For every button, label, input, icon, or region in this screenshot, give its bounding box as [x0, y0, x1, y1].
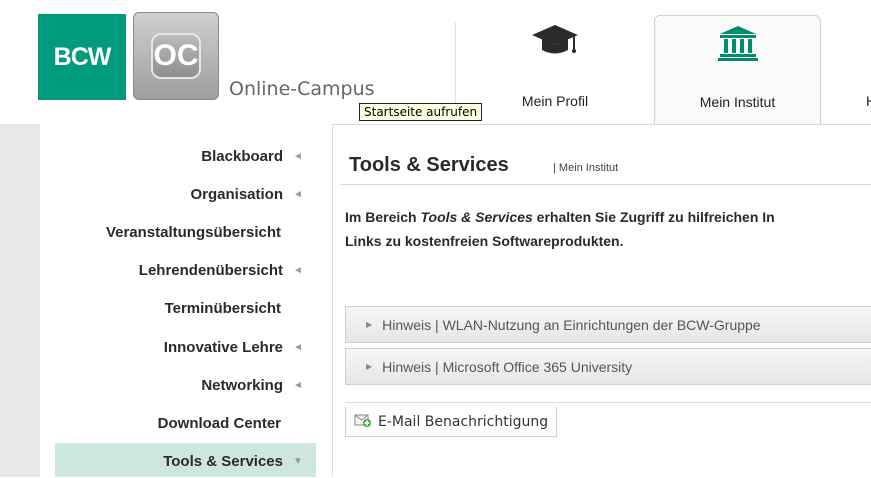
oc-logo-badge: OC: [151, 33, 201, 79]
sidebar-item-label: Terminübersicht: [164, 300, 281, 317]
sidebar-item-label: Lehrendenübersicht: [138, 262, 283, 279]
accordion-office365-hinweis[interactable]: ▶ Hinweis | Microsoft Office 365 Univers…: [345, 348, 871, 385]
bcw-logo[interactable]: BCW: [38, 14, 126, 100]
tab-mein-profil[interactable]: Mein Profil: [458, 15, 652, 123]
intro-rest: erhalten Sie Zugriff zu hilfreichen In: [532, 209, 775, 225]
sidebar-item-label: Innovative Lehre: [163, 339, 283, 356]
email-notification-button[interactable]: E-Mail Benachrichtigung: [345, 407, 558, 437]
intro-line2: Links zu kostenfreien Softwareprodukten.: [345, 233, 624, 249]
chevron-left-icon: ◄: [293, 380, 303, 391]
chevron-left-icon: ◄: [293, 342, 303, 353]
chevron-left-icon: ◄: [293, 151, 303, 162]
graduation-cap-icon: [530, 23, 580, 62]
title-divider: [340, 184, 871, 185]
sidebar-item-download-center[interactable]: Download Center: [158, 415, 281, 432]
sidebar-item-lehrendenuebersicht[interactable]: Lehrendenübersicht ◄: [139, 262, 303, 279]
tab-mein-profil-label: Mein Profil: [521, 93, 589, 109]
sidebar-item-organisation[interactable]: Organisation ◄: [190, 186, 303, 203]
accordion-label: Hinweis | Microsoft Office 365 Universit…: [382, 358, 633, 375]
chevron-left-icon: ◄: [293, 189, 303, 200]
header: BCW OC Online-Campus Mein Profil Mein In…: [0, 0, 871, 124]
intro-prefix: Im Bereich: [345, 209, 421, 225]
sidebar-item-tools-services[interactable]: Tools & Services ▼: [163, 453, 303, 470]
email-add-icon: [354, 412, 372, 432]
page-title: Tools & Services: [349, 154, 509, 176]
email-button-label: E-Mail Benachrichtigung: [378, 413, 549, 430]
sidebar-item-innovative-lehre[interactable]: Innovative Lehre ◄: [164, 339, 303, 356]
tab-h-label: H: [866, 93, 871, 109]
intro-emphasis: Tools & Services: [420, 209, 533, 225]
intro-text: Im Bereich Tools & Services erhalten Sie…: [345, 205, 871, 253]
accordion-wlan-hinweis[interactable]: ▶ Hinweis | WLAN-Nutzung an Einrichtunge…: [345, 306, 871, 343]
tab-mein-institut[interactable]: Mein Institut: [654, 15, 821, 124]
chevron-left-icon: ◄: [293, 265, 303, 276]
sidebar-item-label: Download Center: [157, 415, 281, 432]
accordion-label: Hinweis | WLAN-Nutzung an Einrichtungen …: [382, 316, 761, 333]
sidebar-item-label: Veranstaltungsübersicht: [105, 224, 281, 241]
tab-h[interactable]: H: [822, 15, 871, 123]
breadcrumb: | Mein Institut: [553, 162, 619, 174]
online-campus-logo[interactable]: OC: [133, 12, 219, 100]
triangle-right-icon: ▶: [366, 320, 373, 329]
sidebar-item-label: Networking: [201, 377, 283, 394]
sidebar-item-label: Blackboard: [201, 148, 283, 165]
institution-icon: [717, 24, 758, 65]
sidebar-item-blackboard[interactable]: Blackboard ◄: [201, 148, 303, 165]
tab-mein-institut-label: Mein Institut: [699, 94, 776, 110]
sidebar-item-terminuebersicht[interactable]: Terminübersicht: [165, 300, 281, 317]
content-divider: [345, 402, 871, 403]
triangle-right-icon: ▶: [366, 362, 373, 371]
sidebar-item-networking[interactable]: Networking ◄: [201, 377, 303, 394]
sidebar-item-veranstaltungsuebersicht[interactable]: Veranstaltungsübersicht: [106, 224, 281, 241]
sidebar-item-label: Organisation: [190, 186, 283, 203]
tooltip: Startseite aufrufen: [359, 103, 483, 121]
brand-title[interactable]: Online-Campus: [229, 78, 375, 100]
sidebar-item-label: Tools & Services: [163, 453, 283, 470]
chevron-down-icon: ▼: [293, 456, 303, 467]
